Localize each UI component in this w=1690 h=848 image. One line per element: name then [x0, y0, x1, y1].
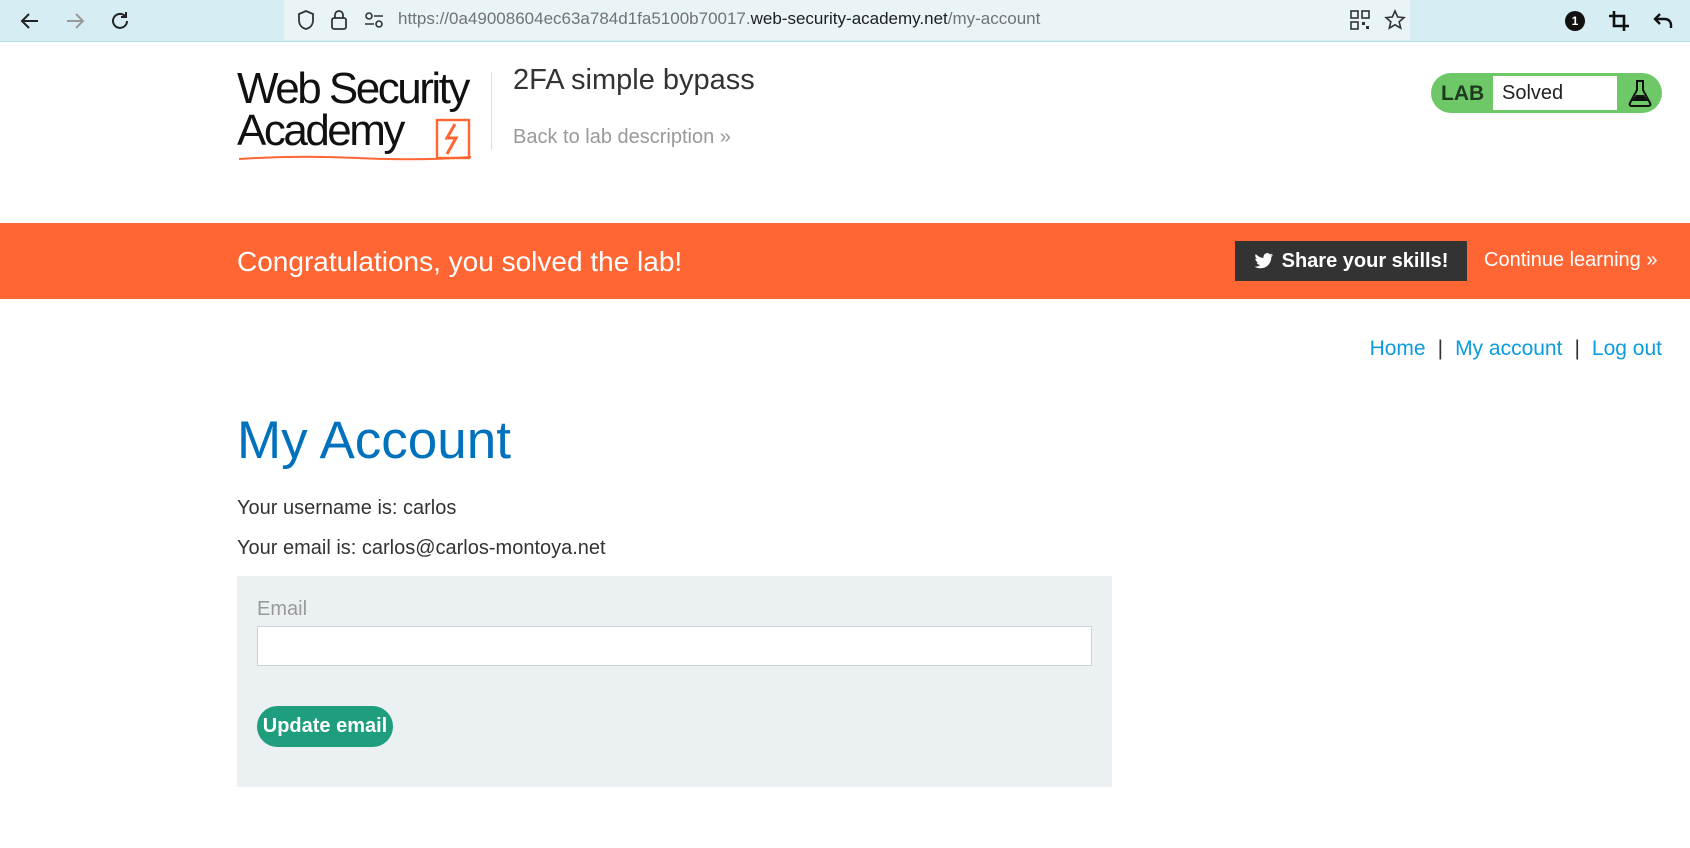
header-divider [491, 72, 492, 150]
shield-icon[interactable] [296, 9, 316, 36]
back-link-label: Back to lab description [513, 126, 715, 148]
lock-icon[interactable] [330, 9, 348, 36]
username-line: Your username is: carlos [237, 497, 457, 519]
web-security-academy-logo[interactable]: Web Security Academy [237, 64, 487, 164]
email-field-label: Email [257, 598, 308, 620]
lab-label: LAB [1441, 82, 1485, 105]
crop-icon[interactable] [1604, 6, 1634, 36]
share-skills-label: Share your skills! [1281, 249, 1449, 272]
back-to-lab-description-link[interactable]: Back to lab description » [513, 126, 731, 149]
lab-title: 2FA simple bypass [513, 64, 755, 96]
nav-my-account-link[interactable]: My account [1455, 337, 1562, 360]
lab-status-text: Solved [1502, 82, 1564, 104]
continue-learning-link[interactable]: Continue learning » [1484, 249, 1657, 272]
site-settings-icon[interactable] [364, 11, 384, 34]
continue-learning-label: Continue learning [1484, 249, 1641, 271]
nav-separator: | [1437, 337, 1444, 360]
update-email-button[interactable]: Update email [257, 706, 393, 747]
forward-arrow-icon[interactable] [60, 6, 90, 36]
extension-badge[interactable]: 1 [1560, 6, 1590, 36]
email-line: Your email is: carlos@carlos-montoya.net [237, 537, 606, 559]
qr-code-icon[interactable] [1350, 10, 1370, 35]
page-title: My Account [237, 411, 511, 470]
change-email-form: Email Update email [237, 576, 1112, 787]
url-path: /my-account [947, 9, 1041, 28]
nav-log-out-link[interactable]: Log out [1592, 337, 1662, 360]
url-text: https://0a49008604ec63a784d1fa5100b70017… [398, 9, 1040, 29]
undo-arrow-icon[interactable] [1648, 6, 1678, 36]
double-chevron-right-icon: » [1646, 249, 1658, 271]
lab-status-box: Solved [1493, 76, 1617, 110]
notification-count: 1 [1565, 11, 1585, 31]
banner-message: Congratulations, you solved the lab! [237, 246, 683, 277]
twitter-bird-icon [1254, 253, 1273, 269]
solved-banner: Congratulations, you solved the lab! Sha… [0, 223, 1690, 299]
email-input[interactable] [257, 626, 1092, 666]
browser-toolbar: https://0a49008604ec63a784d1fa5100b70017… [0, 0, 1690, 42]
logo-line-1: Web Security [237, 64, 470, 113]
reload-icon[interactable] [105, 6, 135, 36]
lab-status-widget: LAB Solved [1431, 73, 1662, 113]
nav-separator: | [1574, 337, 1580, 360]
share-skills-button[interactable]: Share your skills! [1235, 241, 1467, 281]
url-host: web-security-academy.net [750, 9, 948, 28]
double-chevron-right-icon: » [719, 126, 731, 148]
account-nav: Home | My account | Log out [1370, 337, 1662, 361]
back-arrow-icon[interactable] [15, 6, 45, 36]
logo-underline-icon [238, 155, 472, 161]
bookmark-star-icon[interactable] [1384, 9, 1406, 36]
nav-home-link[interactable]: Home [1370, 337, 1426, 360]
url-prefix: https://0a49008604ec63a784d1fa5100b70017… [398, 9, 751, 28]
flask-icon [1628, 80, 1652, 107]
